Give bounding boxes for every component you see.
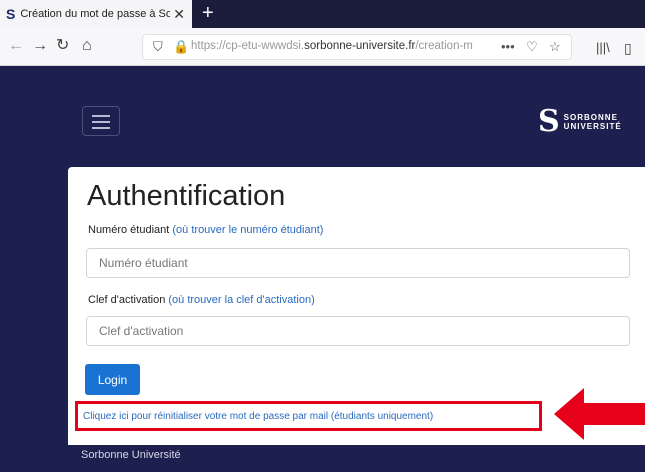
reset-password-link[interactable]: Cliquez ici pour réinitialiser votre mot… xyxy=(83,411,433,422)
url-domain: sorbonne-universite.fr xyxy=(304,40,416,52)
url-text: https://cp-etu-wwwdsi.sorbonne-universit… xyxy=(191,40,491,52)
sorbonne-logo[interactable]: S SORBONNE UNIVERSITÉ xyxy=(538,106,622,138)
hamburger-line xyxy=(92,127,110,129)
menu-toggle-button[interactable] xyxy=(82,106,120,136)
library-icon[interactable]: |||\ xyxy=(596,38,610,58)
logo-text: SORBONNE UNIVERSITÉ xyxy=(564,113,622,131)
logo-line-1: SORBONNE xyxy=(563,113,618,122)
url-scheme: https://cp-etu-wwwdsi. xyxy=(191,40,305,52)
lock-icon[interactable]: 🔒 xyxy=(173,39,189,55)
logo-mark-icon: S xyxy=(538,104,560,139)
reset-password-highlight: Cliquez ici pour réinitialiser votre mot… xyxy=(75,401,542,431)
activation-key-help-link[interactable]: (où trouver la clef d'activation) xyxy=(168,294,314,306)
favicon-icon: S xyxy=(6,6,16,22)
close-tab-icon[interactable]: ✕ xyxy=(173,6,185,23)
tab-title: Création du mot de passe à Sor xyxy=(20,8,171,20)
bookmark-star-icon[interactable]: ☆ xyxy=(549,39,561,55)
activation-key-input[interactable]: Clef d'activation xyxy=(86,316,630,346)
browser-nav-bar: ← → ↻ ⌂ ⛉ 🔒 https://cp-etu-wwwdsi.sorbon… xyxy=(0,28,645,66)
page-title: Authentification xyxy=(87,180,286,212)
footer-text: Sorbonne Université xyxy=(81,449,181,461)
activation-key-label: Clef d'activation (où trouver la clef d'… xyxy=(88,294,315,306)
logo-line-2: UNIVERSITÉ xyxy=(563,122,622,131)
browser-tab-bar: S Création du mot de passe à Sor ✕ + xyxy=(0,0,645,28)
red-arrow-annotation xyxy=(554,388,645,440)
back-icon[interactable]: ← xyxy=(8,36,24,56)
shield-icon[interactable]: ⛉ xyxy=(153,39,163,55)
home-icon[interactable]: ⌂ xyxy=(82,36,92,56)
url-path: /creation-m xyxy=(415,40,473,52)
login-button[interactable]: Login xyxy=(85,364,140,395)
browser-tab[interactable]: S Création du mot de passe à Sor ✕ xyxy=(0,0,192,28)
new-tab-icon[interactable]: + xyxy=(202,2,214,24)
sidebar-icon[interactable]: ▯ xyxy=(624,38,632,58)
hamburger-line xyxy=(92,121,110,123)
page-actions-icon[interactable]: ••• xyxy=(501,39,515,54)
student-number-label: Numéro étudiant (où trouver le numéro ét… xyxy=(88,224,323,236)
pocket-icon[interactable]: ♡ xyxy=(526,39,538,55)
forward-icon[interactable]: → xyxy=(32,36,48,56)
reload-icon[interactable]: ↻ xyxy=(56,36,69,56)
url-bar[interactable]: ⛉ 🔒 https://cp-etu-wwwdsi.sorbonne-unive… xyxy=(142,34,572,60)
hamburger-line xyxy=(92,115,110,117)
student-number-help-link[interactable]: (où trouver le numéro étudiant) xyxy=(172,224,323,236)
activation-key-label-text: Clef d'activation xyxy=(88,294,166,306)
page-background: S SORBONNE UNIVERSITÉ Authentification N… xyxy=(0,66,645,472)
student-number-input[interactable]: Numéro étudiant xyxy=(86,248,630,278)
student-number-label-text: Numéro étudiant xyxy=(88,224,170,236)
